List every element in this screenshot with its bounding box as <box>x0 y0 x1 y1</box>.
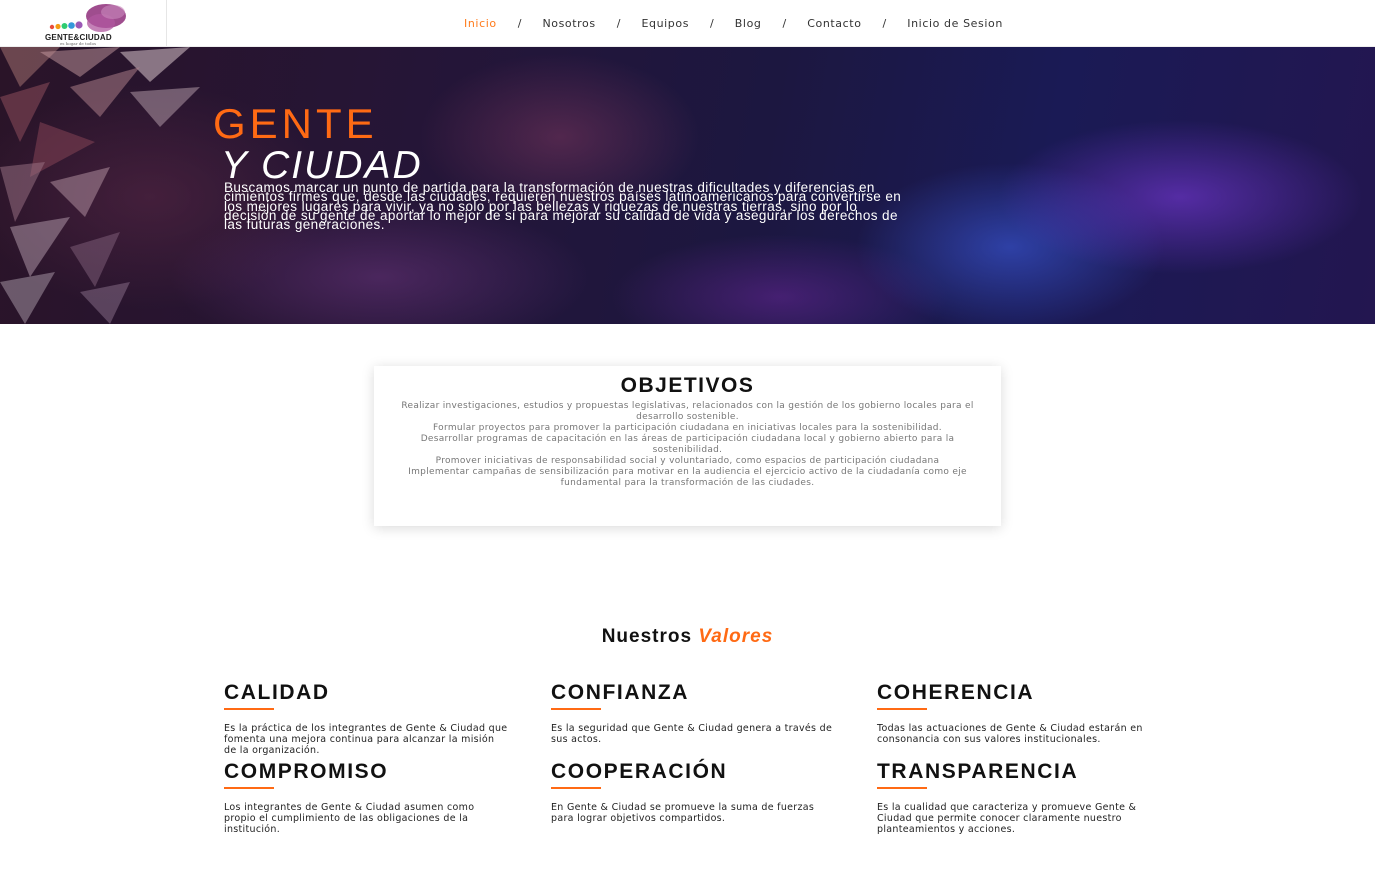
nav-separator: / <box>517 16 522 30</box>
decorative-shards-icon <box>0 47 200 324</box>
valor-text: Es la práctica de los integrantes de Gen… <box>224 723 508 756</box>
valor-name: COOPERACIÓN <box>551 760 728 783</box>
valor-underline <box>877 787 927 789</box>
objetivo-item: Formular proyectos para promover la part… <box>433 423 942 433</box>
objetivos-card: OBJETIVOS Realizar investigaciones, estu… <box>374 366 1001 526</box>
valor-name: CALIDAD <box>224 681 330 704</box>
objetivos-list: Realizar investigaciones, estudios y pro… <box>394 401 981 489</box>
nav-equipos[interactable]: Equipos <box>641 17 689 30</box>
valor-name: COMPROMISO <box>224 760 389 783</box>
nav-separator: / <box>616 16 621 30</box>
nav-contacto[interactable]: Contacto <box>807 17 861 30</box>
nav-separator: / <box>882 16 887 30</box>
nav-separator: / <box>782 16 787 30</box>
top-navbar: GENTE&CIUDAD es hogar de todos Inicio / … <box>0 0 1375 47</box>
objetivos-title: OBJETIVOS <box>620 374 755 397</box>
valor-underline <box>551 787 601 789</box>
logo-mark-icon <box>49 4 126 32</box>
valor-underline <box>551 708 601 710</box>
objetivo-item: Promover iniciativas de responsabilidad … <box>435 456 940 466</box>
valor-coherencia: COHERENCIA Todas las actuaciones de Gent… <box>877 682 1177 746</box>
valores-heading: Nuestros Valores <box>0 626 1375 648</box>
objetivo-item: Realizar investigaciones, estudios y pro… <box>401 401 974 422</box>
valor-calidad: CALIDAD Es la práctica de los integrante… <box>224 682 524 756</box>
logo-tagline: es hogar de todos <box>60 41 97 46</box>
nav-inicio-de-sesion[interactable]: Inicio de Sesion <box>907 17 1003 30</box>
logo[interactable]: GENTE&CIUDAD es hogar de todos <box>0 0 167 46</box>
valor-underline <box>877 708 927 710</box>
valor-text: Los integrantes de Gente & Ciudad asumen… <box>224 802 475 835</box>
valor-underline <box>224 708 274 710</box>
valor-name: COHERENCIA <box>877 681 1035 704</box>
hero-description: Buscamos marcar un punto de partida para… <box>224 180 902 233</box>
nav-separator: / <box>710 16 714 30</box>
valores-heading-word1: Nuestros <box>601 626 693 647</box>
valor-transparencia: TRANSPARENCIA Es la cualidad que caracte… <box>877 761 1177 835</box>
valor-text: En Gente & Ciudad se promueve la suma de… <box>551 802 815 824</box>
valor-confianza: CONFIANZA Es la seguridad que Gente & Ci… <box>551 682 851 746</box>
objetivo-item: Implementar campañas de sensibilización … <box>408 467 967 488</box>
hero-banner: GENTE Y CIUDAD Buscamos marcar un punto … <box>0 47 1375 324</box>
nav-nosotros[interactable]: Nosotros <box>542 17 595 30</box>
valor-text: Todas las actuaciones de Gente & Ciudad … <box>877 723 1143 745</box>
valor-compromiso: COMPROMISO Los integrantes de Gente & Ci… <box>224 761 524 835</box>
valor-cooperacion: COOPERACIÓN En Gente & Ciudad se promuev… <box>551 761 851 825</box>
nav-blog[interactable]: Blog <box>735 17 762 30</box>
objetivo-item: Desarrollar programas de capacitación en… <box>420 434 955 455</box>
hero-title-gente: GENTE <box>213 100 378 147</box>
valor-name: TRANSPARENCIA <box>877 760 1079 783</box>
main-menu: Inicio / Nosotros / Equipos / Blog / Con… <box>464 16 1003 30</box>
valor-underline <box>224 787 274 789</box>
valor-name: CONFIANZA <box>551 681 690 704</box>
valores-heading-word2: Valores <box>698 626 774 647</box>
valor-text: Es la seguridad que Gente & Ciudad gener… <box>551 723 833 745</box>
nav-inicio[interactable]: Inicio <box>464 17 497 30</box>
valor-text: Es la cualidad que caracteriza y promuev… <box>877 802 1137 835</box>
